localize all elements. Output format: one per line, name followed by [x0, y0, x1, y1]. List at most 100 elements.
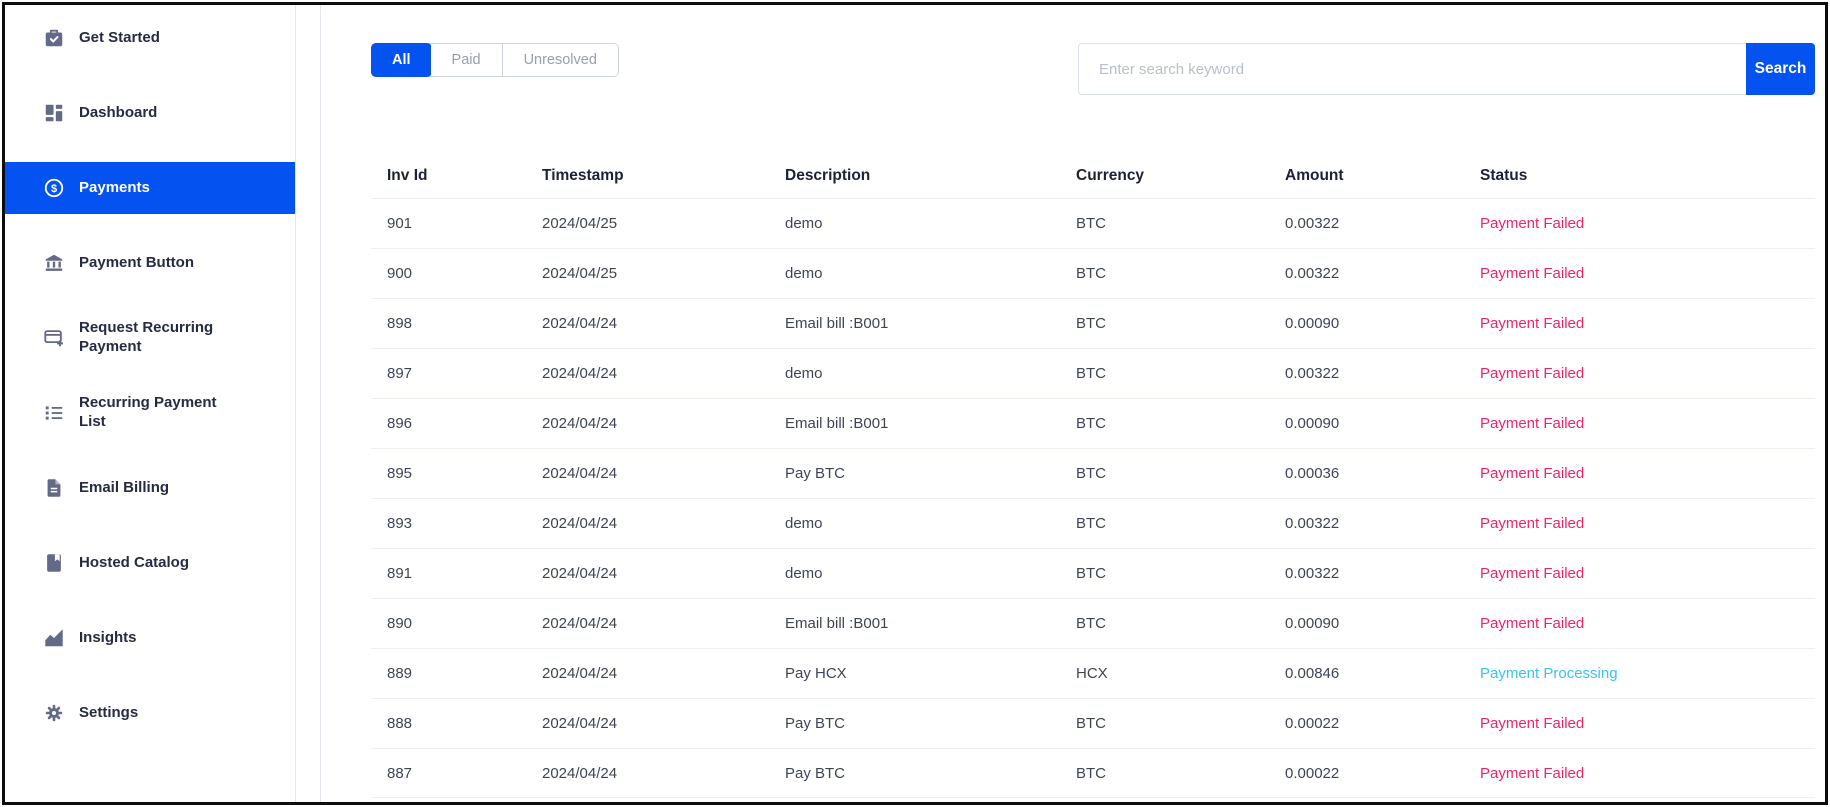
cell-inv_id: 890 [387, 615, 542, 632]
sidebar-item-recurring-payment-list[interactable]: Recurring Payment List [5, 387, 295, 439]
cell-description: Email bill :B001 [785, 315, 1076, 332]
table-row[interactable]: 8902024/04/24Email bill :B001BTC0.00090P… [371, 598, 1815, 648]
sidebar-item-label: Email Billing [79, 479, 169, 498]
toolbar: AllPaidUnresolved Search [371, 43, 1815, 95]
table-row[interactable]: 8912024/04/24demoBTC0.00322Payment Faile… [371, 548, 1815, 598]
cell-description: Pay BTC [785, 765, 1076, 782]
cell-timestamp: 2024/04/25 [542, 215, 785, 232]
cell-currency: BTC [1076, 765, 1285, 782]
cell-timestamp: 2024/04/24 [542, 665, 785, 682]
cell-currency: HCX [1076, 665, 1285, 682]
sidebar: Get Started Dashboard $Payments Payment But… [5, 5, 296, 802]
table-row[interactable]: 8872024/04/24Pay BTCBTC0.00022Payment Fa… [371, 748, 1815, 798]
sidebar-item-label: Hosted Catalog [79, 554, 189, 573]
cell-description: Email bill :B001 [785, 615, 1076, 632]
cell-currency: BTC [1076, 265, 1285, 282]
cell-inv_id: 897 [387, 365, 542, 382]
cell-amount: 0.00022 [1285, 765, 1480, 782]
status-badge: Payment Failed [1480, 515, 1815, 532]
status-badge: Payment Processing [1480, 665, 1815, 682]
filter-tab-paid[interactable]: Paid [431, 44, 502, 76]
gear-icon [43, 702, 65, 724]
status-badge: Payment Failed [1480, 615, 1815, 632]
cell-inv_id: 889 [387, 665, 542, 682]
cell-description: Email bill :B001 [785, 415, 1076, 432]
book-icon [43, 552, 65, 574]
cell-amount: 0.00322 [1285, 265, 1480, 282]
cell-description: demo [785, 565, 1076, 582]
main-content: AllPaidUnresolved Search Inv IdTimestamp… [321, 5, 1825, 802]
briefcase-check-icon [43, 27, 65, 49]
sidebar-item-payment-button[interactable]: Payment Button [5, 237, 295, 289]
cell-amount: 0.00322 [1285, 215, 1480, 232]
sidebar-item-hosted-catalog[interactable]: Hosted Catalog [5, 537, 295, 589]
table-row[interactable]: 8952024/04/24Pay BTCBTC0.00036Payment Fa… [371, 448, 1815, 498]
search-input[interactable] [1078, 43, 1746, 95]
sidebar-item-label: Payment Button [79, 254, 194, 273]
table-body: 9012024/04/25demoBTC0.00322Payment Faile… [371, 198, 1815, 798]
cell-inv_id: 893 [387, 515, 542, 532]
column-header: Currency [1076, 167, 1285, 185]
sidebar-item-label: Request Recurring Payment [79, 319, 237, 357]
sidebar-item-email-billing[interactable]: Email Billing [5, 462, 295, 514]
cell-currency: BTC [1076, 615, 1285, 632]
cell-inv_id: 896 [387, 415, 542, 432]
search-button[interactable]: Search [1746, 43, 1815, 95]
sidebar-item-label: Insights [79, 629, 137, 648]
table-row[interactable]: 8882024/04/24Pay BTCBTC0.00022Payment Fa… [371, 698, 1815, 748]
cell-inv_id: 888 [387, 715, 542, 732]
sidebar-item-settings[interactable]: Settings [5, 687, 295, 739]
table-row[interactable]: 9002024/04/25demoBTC0.00322Payment Faile… [371, 248, 1815, 298]
sidebar-item-label: Recurring Payment List [79, 394, 237, 432]
payments-table: Inv IdTimestampDescriptionCurrencyAmount… [371, 153, 1815, 798]
filter-tab-unresolved[interactable]: Unresolved [502, 44, 618, 76]
cell-inv_id: 891 [387, 565, 542, 582]
cell-description: Pay HCX [785, 665, 1076, 682]
table-row[interactable]: 8982024/04/24Email bill :B001BTC0.00090P… [371, 298, 1815, 348]
cell-timestamp: 2024/04/24 [542, 415, 785, 432]
cell-inv_id: 900 [387, 265, 542, 282]
sidebar-item-label: Get Started [79, 29, 160, 48]
table-row[interactable]: 8962024/04/24Email bill :B001BTC0.00090P… [371, 398, 1815, 448]
sidebar-item-insights[interactable]: Insights [5, 612, 295, 664]
cell-description: demo [785, 515, 1076, 532]
sidebar-item-get-started[interactable]: Get Started [5, 12, 295, 64]
cell-inv_id: 887 [387, 765, 542, 782]
cell-currency: BTC [1076, 565, 1285, 582]
cell-timestamp: 2024/04/24 [542, 465, 785, 482]
cell-timestamp: 2024/04/24 [542, 315, 785, 332]
cell-amount: 0.00022 [1285, 715, 1480, 732]
sidebar-item-dashboard[interactable]: Dashboard [5, 87, 295, 139]
dashboard-grid-icon [43, 102, 65, 124]
svg-text:$: $ [51, 183, 57, 195]
card-plus-icon [43, 327, 65, 349]
status-badge: Payment Failed [1480, 315, 1815, 332]
column-header: Description [785, 167, 1076, 185]
table-row[interactable]: 9012024/04/25demoBTC0.00322Payment Faile… [371, 198, 1815, 248]
cell-timestamp: 2024/04/24 [542, 765, 785, 782]
table-row[interactable]: 8892024/04/24Pay HCXHCX0.00846Payment Pr… [371, 648, 1815, 698]
cell-timestamp: 2024/04/24 [542, 565, 785, 582]
table-row[interactable]: 8932024/04/24demoBTC0.00322Payment Faile… [371, 498, 1815, 548]
cell-description: demo [785, 215, 1076, 232]
cell-amount: 0.00322 [1285, 565, 1480, 582]
status-badge: Payment Failed [1480, 365, 1815, 382]
cell-amount: 0.00036 [1285, 465, 1480, 482]
bank-icon [43, 252, 65, 274]
chart-icon [43, 627, 65, 649]
column-header: Timestamp [542, 167, 785, 185]
column-header: Inv Id [387, 167, 542, 185]
sidebar-item-payments[interactable]: $Payments [5, 162, 295, 214]
table-header-row: Inv IdTimestampDescriptionCurrencyAmount… [371, 153, 1815, 198]
filter-tab-all[interactable]: All [371, 43, 432, 77]
cell-timestamp: 2024/04/25 [542, 265, 785, 282]
column-header: Status [1480, 167, 1815, 185]
cell-description: Pay BTC [785, 465, 1076, 482]
cell-amount: 0.00322 [1285, 515, 1480, 532]
cell-amount: 0.00090 [1285, 615, 1480, 632]
table-row[interactable]: 8972024/04/24demoBTC0.00322Payment Faile… [371, 348, 1815, 398]
sidebar-item-request-recurring-payment[interactable]: Request Recurring Payment [5, 312, 295, 364]
cell-inv_id: 901 [387, 215, 542, 232]
cell-amount: 0.00090 [1285, 415, 1480, 432]
cell-description: demo [785, 365, 1076, 382]
